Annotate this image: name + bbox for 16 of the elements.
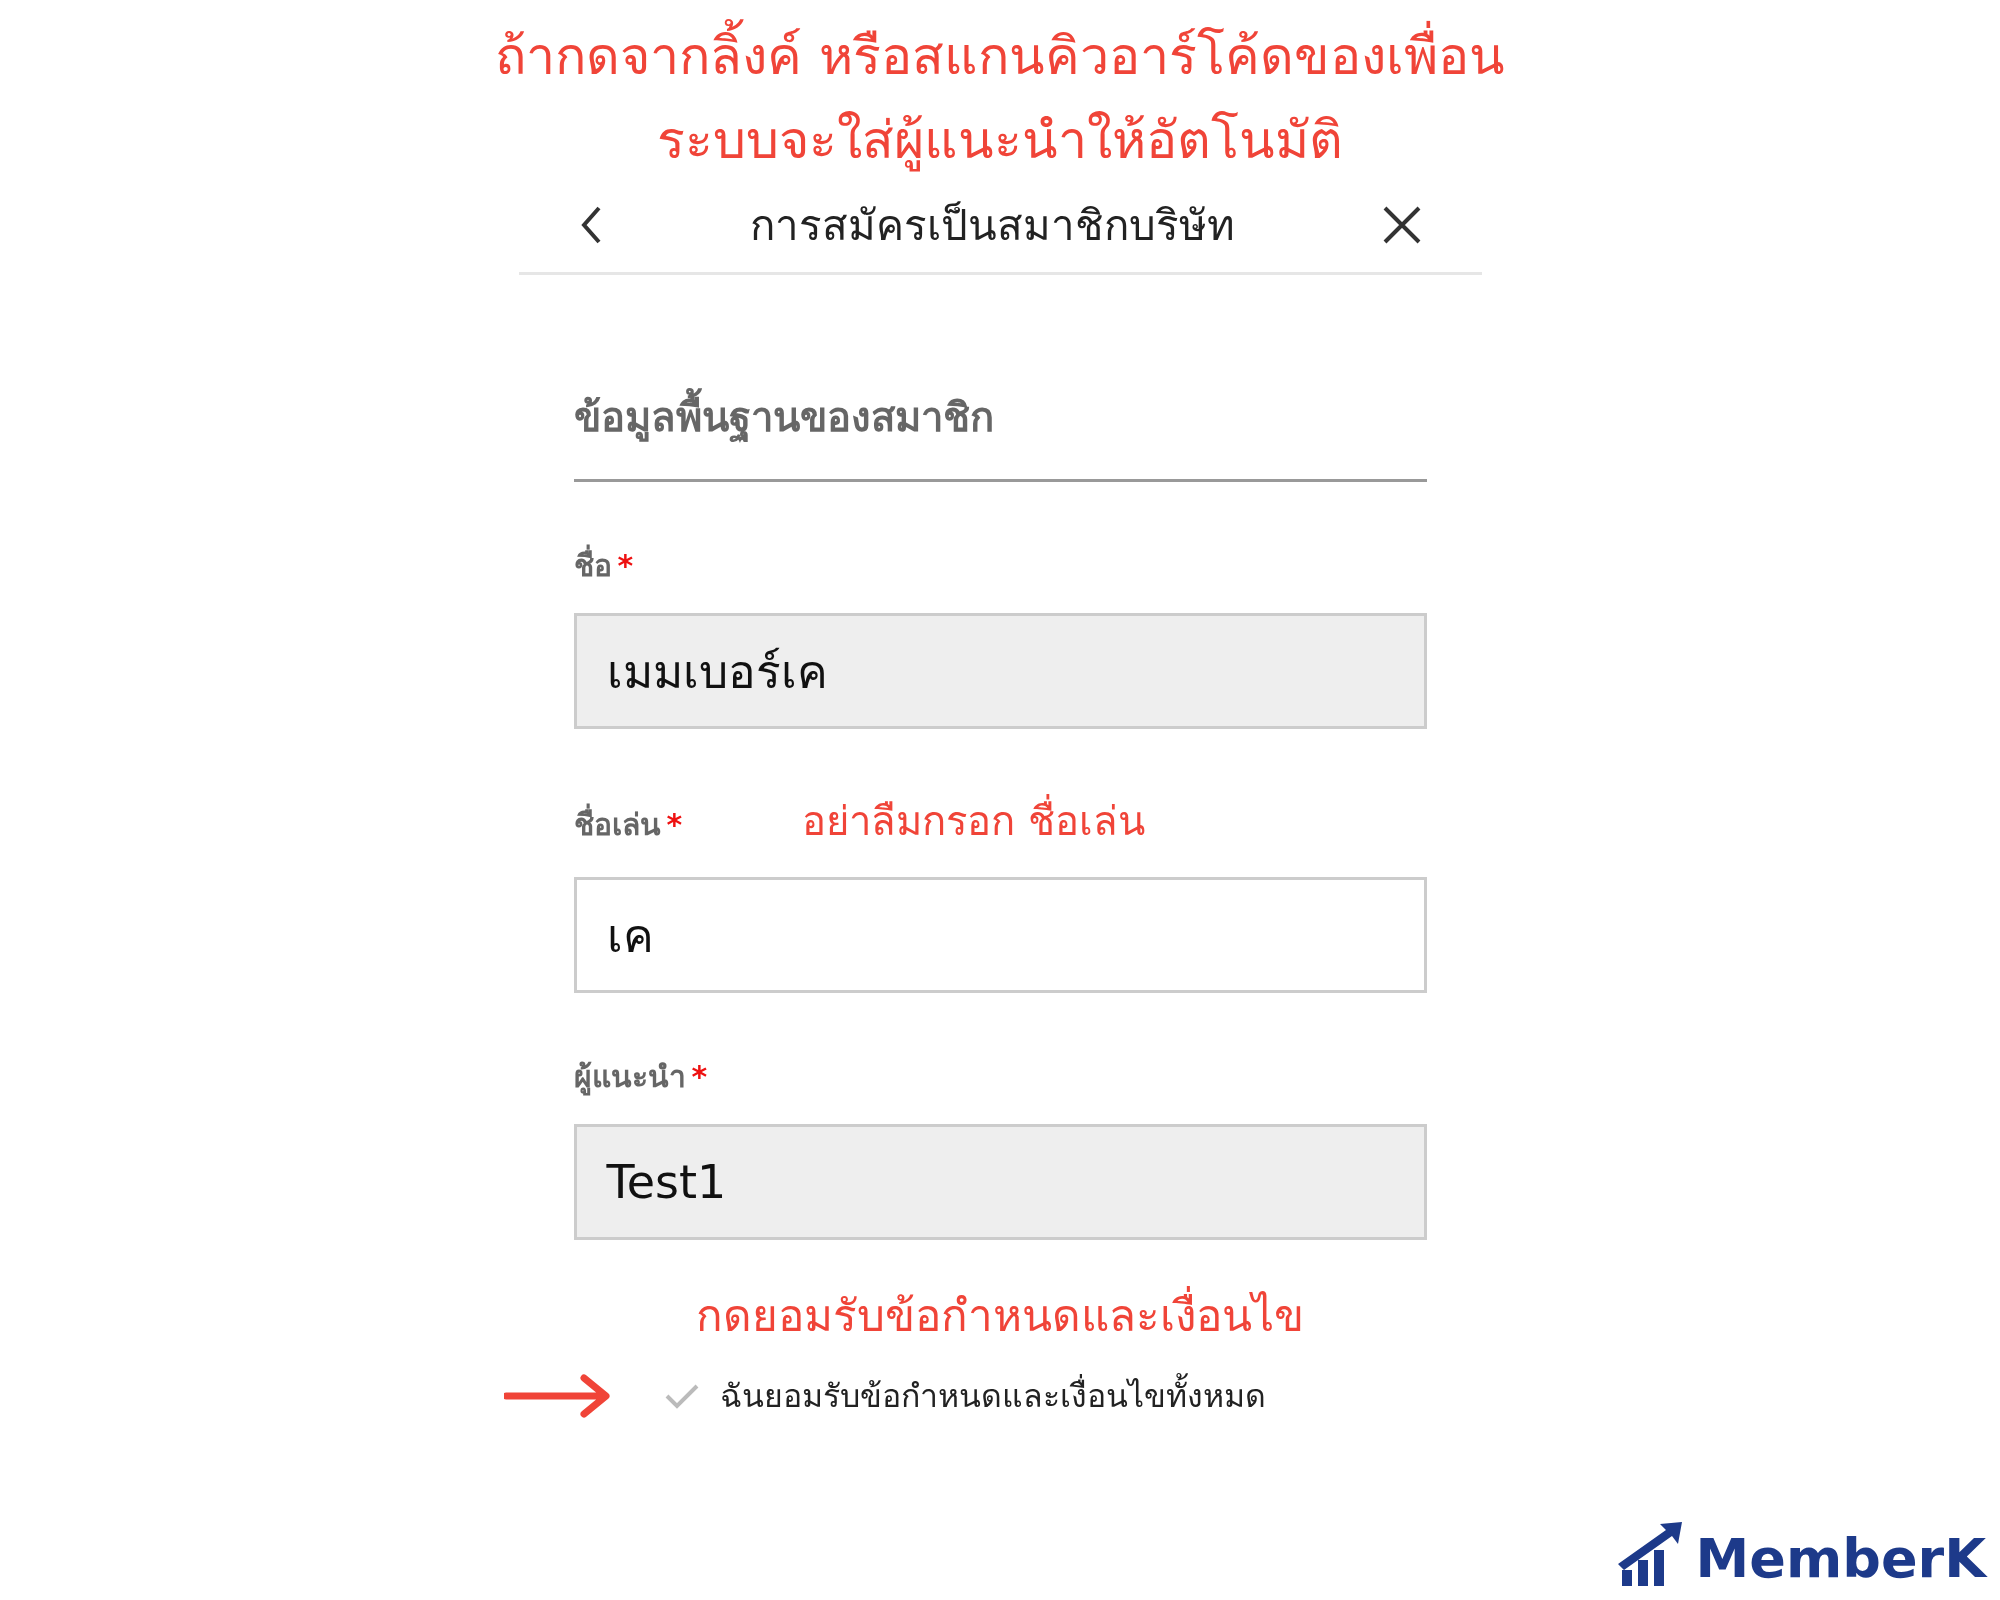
logo-text: MemberK — [1695, 1532, 1986, 1586]
field-label: ผู้แนะนำ — [573, 1058, 686, 1098]
input-field[interactable]: เค — [573, 877, 1427, 993]
terms-label: ฉันยอมรับข้อกำหนดและเงื่อนไขทั้งหมด — [720, 1370, 1266, 1421]
annotation-text: ถ้ากดจากลิ้งค์ หรือสแกนคิวอาร์โค้ดของเพื่อน — [495, 18, 1505, 94]
annotation-text: กดยอมรับข้อกำหนดและเงื่อนไข — [696, 1280, 1304, 1350]
page-title: การสมัครเป็นสมาชิกบริษัท — [749, 200, 1235, 252]
annotation-text: ระบบจะใส่ผู้แนะนำให้อัตโนมัติ — [657, 109, 1343, 174]
close-icon[interactable] — [1381, 205, 1422, 245]
field-label: ชื่อ — [573, 542, 612, 589]
annotation-text: อย่าลืมกรอก ชื่อเล่น — [802, 789, 1145, 853]
required-mark: * — [617, 548, 634, 583]
required-mark: * — [666, 807, 683, 842]
field-label: ชื่อเล่น — [573, 801, 661, 848]
section-title: ข้อมูลพื้นฐานของสมาชิก — [573, 385, 1427, 482]
required-mark: * — [691, 1059, 708, 1094]
